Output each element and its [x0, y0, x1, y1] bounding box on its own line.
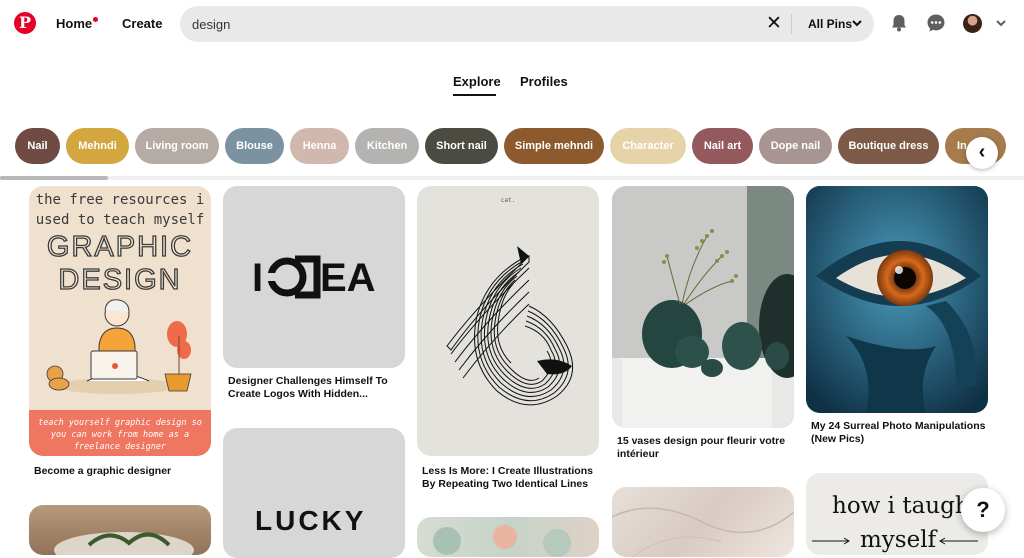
- chip-scrollbar-track[interactable]: [0, 176, 1024, 180]
- pin-idea-image: I EA: [252, 255, 376, 300]
- active-tab-indicator: [453, 94, 496, 96]
- pin-surreal-title[interactable]: My 24 Surreal Photo Manipulations (New P…: [811, 420, 987, 446]
- top-navigation-bar: P Home Create ✕ All Pins: [0, 0, 1024, 48]
- pin-vases-title[interactable]: 15 vases design pour fleurir votre intér…: [617, 435, 793, 461]
- refinement-chips: Nail Mehndi Living room Blouse Henna Kit…: [0, 126, 1024, 166]
- chat-icon[interactable]: [926, 13, 946, 33]
- chevron-left-icon[interactable]: ‹: [966, 137, 998, 169]
- pin-plant-image: [54, 532, 194, 555]
- pin-idea-title[interactable]: Designer Challenges Himself To Create Lo…: [228, 375, 404, 401]
- chip-simple-mehndi[interactable]: Simple mehndi: [504, 128, 604, 164]
- pin-surreal-eye[interactable]: [806, 186, 988, 413]
- notification-dot: [93, 17, 98, 22]
- pin-line-art-title[interactable]: Less Is More: I Create Illustrations By …: [422, 465, 598, 491]
- pin-graphic-line1: the free resources i: [36, 192, 205, 208]
- search-input[interactable]: [192, 15, 752, 33]
- pin-graphic-line2: used to teach myself: [36, 212, 205, 228]
- pin-line-art-image: cat.: [446, 197, 574, 406]
- chip-nail[interactable]: Nail: [15, 128, 60, 164]
- pin-idea-letters-ea: EA: [320, 256, 376, 300]
- search-scope-dropdown[interactable]: All Pins: [808, 17, 852, 31]
- pin-graphic-line3: GRAPHIC: [47, 231, 193, 263]
- bell-icon[interactable]: [889, 13, 909, 33]
- chip-blouse[interactable]: Blouse: [225, 128, 284, 164]
- pinterest-logo[interactable]: P: [14, 12, 36, 34]
- pin-surreal-image: [806, 186, 988, 413]
- pin-idea-letter-i: I: [252, 256, 263, 300]
- avatar[interactable]: [963, 14, 982, 33]
- result-tabs: Explore Profiles: [0, 70, 1024, 100]
- pin-graphic-title[interactable]: Become a graphic designer: [34, 465, 210, 478]
- account-chevron-down-icon[interactable]: [995, 17, 1007, 29]
- chip-henna[interactable]: Henna: [290, 128, 349, 164]
- clear-search-icon[interactable]: ✕: [764, 13, 784, 35]
- pin-graphic-footer2: you can work from home as a: [50, 430, 189, 440]
- chip-living-room[interactable]: Living room: [135, 128, 219, 164]
- pin-lucky-image: LUCKY: [255, 502, 366, 536]
- chip-short-nail[interactable]: Short nail: [425, 128, 498, 164]
- pin-graphic-footer1: teach yourself graphic design so: [38, 418, 202, 428]
- tab-profiles[interactable]: Profiles: [520, 74, 568, 89]
- pin-graphic-design-image: the free resources i used to teach mysel…: [29, 192, 211, 456]
- pin-floral-photo[interactable]: [417, 517, 599, 557]
- create-link[interactable]: Create: [122, 16, 162, 31]
- chip-mehndi[interactable]: Mehndi: [66, 128, 129, 164]
- pin-taught-line2: myself: [860, 527, 938, 553]
- pin-idea-logo[interactable]: I EA: [223, 186, 405, 368]
- pin-marble-photo[interactable]: [612, 487, 794, 557]
- tab-explore[interactable]: Explore: [453, 74, 501, 89]
- pin-line-art-caption: cat.: [501, 197, 515, 204]
- pin-marble-image: [612, 507, 794, 557]
- pin-graphic-design[interactable]: the free resources i used to teach mysel…: [29, 186, 211, 456]
- help-button[interactable]: ?: [961, 488, 1005, 532]
- search-bar: ✕ All Pins: [180, 6, 874, 42]
- pin-lucky-word: LUCKY: [255, 505, 366, 536]
- pin-graphic-line4: DESIGN: [58, 264, 181, 296]
- chip-dope-nail[interactable]: Dope nail: [759, 128, 832, 164]
- pin-taught-line1: how i taught: [832, 493, 980, 519]
- pin-vases-image: [612, 186, 794, 428]
- chip-kitchen[interactable]: Kitchen: [355, 128, 419, 164]
- chip-character[interactable]: Character: [610, 128, 686, 164]
- pin-floral-image: [433, 525, 571, 557]
- chip-boutique-dress[interactable]: Boutique dress: [838, 128, 939, 164]
- pin-lucky-logo[interactable]: LUCKY: [223, 428, 405, 558]
- chip-nail-art[interactable]: Nail art: [692, 128, 753, 164]
- home-link[interactable]: Home: [56, 16, 92, 31]
- chevron-down-icon[interactable]: [851, 17, 863, 29]
- pin-graphic-footer3: freelance designer: [74, 442, 167, 452]
- pin-plant-photo[interactable]: [29, 505, 211, 555]
- pin-line-illustration[interactable]: cat.: [417, 186, 599, 456]
- search-divider: [791, 14, 792, 34]
- chip-scrollbar-thumb[interactable]: [0, 176, 108, 180]
- pin-vases[interactable]: [612, 186, 794, 428]
